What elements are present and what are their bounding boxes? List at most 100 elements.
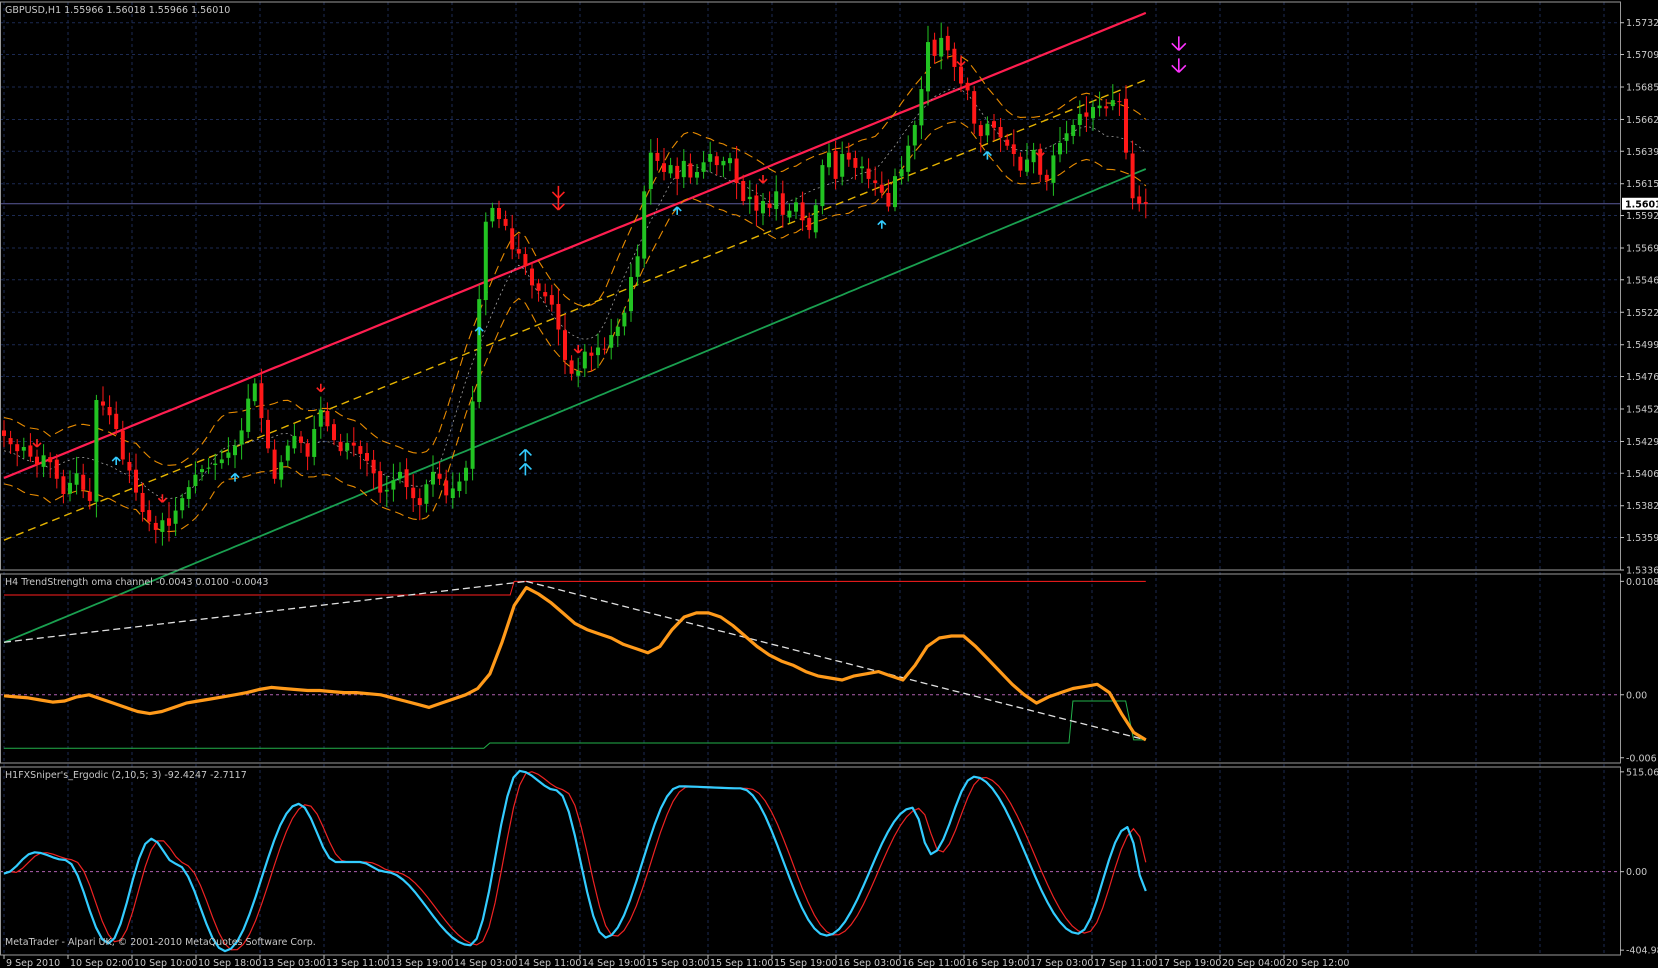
candle-body — [919, 89, 924, 126]
candle-body — [860, 166, 864, 169]
candle-body — [734, 158, 739, 184]
candle-body — [497, 208, 501, 219]
candle-body — [94, 400, 99, 502]
price-tick-label: 1.53360 — [1626, 566, 1658, 577]
candle-body — [101, 401, 105, 406]
candle-body — [299, 436, 303, 443]
candle-body — [252, 383, 257, 402]
candle-body — [1031, 149, 1036, 163]
candle-body — [695, 171, 699, 178]
candle-body — [305, 443, 310, 457]
footer-copyright: MetaTrader - Alpari UK, © 2001-2010 Meta… — [5, 937, 316, 948]
time-tick-label: 15 Sep 19:00 — [774, 958, 837, 968]
candle-body — [186, 487, 191, 499]
candle-body — [35, 456, 39, 465]
price-tick-label: 1.55925 — [1626, 211, 1658, 222]
price-tick-label: 1.54525 — [1626, 404, 1658, 415]
candle-body — [1097, 105, 1102, 109]
candle-body — [233, 445, 237, 456]
candle-body — [728, 158, 732, 164]
candle-body — [464, 467, 468, 481]
candle-body — [219, 459, 224, 464]
candle-body — [668, 165, 673, 174]
candle-body — [1071, 124, 1076, 136]
candle-body — [721, 160, 726, 166]
candle-body — [602, 348, 607, 350]
candle-body — [411, 487, 416, 499]
candle-body — [714, 156, 719, 166]
time-tick-label: 10 Sep 18:00 — [198, 958, 261, 968]
candle-body — [761, 201, 765, 214]
candle-body — [246, 398, 251, 432]
candle-body — [490, 207, 495, 222]
candle-body — [1044, 174, 1049, 181]
candle-body — [41, 455, 46, 467]
candle-body — [114, 413, 119, 430]
candle-body — [767, 203, 772, 208]
time-tick-label: 13 Sep 03:00 — [262, 958, 325, 968]
candle-body — [312, 429, 317, 457]
candle-body — [378, 471, 383, 493]
candle-body — [1124, 98, 1128, 153]
candle-body — [1110, 100, 1115, 107]
price-tick-label: 1.56855 — [1626, 82, 1658, 93]
price-tick-label: 1.54760 — [1626, 372, 1658, 383]
candle-body — [180, 498, 185, 511]
time-tick-label: 10 Sep 10:00 — [134, 958, 197, 968]
candle-body — [351, 442, 356, 446]
candle-body — [457, 481, 462, 492]
candle-body — [635, 256, 640, 277]
time-tick-label: 15 Sep 03:00 — [646, 958, 709, 968]
candle-body — [780, 193, 785, 215]
candle-body — [1130, 153, 1135, 199]
candle-body — [556, 303, 561, 330]
candle-body — [147, 510, 152, 522]
candle-body — [1005, 139, 1010, 146]
chart-title: GBPUSD,H1 1.55966 1.56018 1.55966 1.5601… — [5, 5, 230, 16]
candle-body — [338, 441, 343, 452]
price-tick-label: 1.56620 — [1626, 115, 1658, 126]
ergodic-tick-label: 0.00 — [1626, 867, 1647, 878]
candle-body — [1117, 101, 1122, 103]
candle-body — [774, 191, 779, 210]
candle-body — [675, 165, 680, 179]
candle-body — [510, 228, 515, 250]
candle-body — [516, 249, 521, 254]
candle-body — [107, 407, 112, 416]
candle-body — [1051, 155, 1056, 183]
price-tick-label: 1.57320 — [1626, 18, 1658, 29]
candle-body — [648, 152, 653, 189]
candle-body — [28, 445, 33, 457]
candle-body — [173, 510, 178, 524]
candle-body — [794, 202, 798, 212]
candle-body — [543, 292, 548, 297]
candle-body — [483, 221, 488, 300]
candle-body — [596, 347, 600, 356]
candle-body — [846, 152, 851, 160]
trendstrength-tick-label: 0.00 — [1626, 690, 1647, 701]
candle-body — [2, 430, 6, 436]
candle-body — [840, 154, 845, 177]
candle-body — [384, 489, 389, 492]
candle-body — [642, 191, 647, 259]
price-tick-label: 1.55225 — [1626, 308, 1658, 319]
candle-body — [965, 82, 970, 91]
candle-body — [893, 176, 897, 208]
candle-body — [503, 218, 508, 226]
candle-body — [365, 453, 369, 461]
candle-body — [325, 410, 330, 427]
candle-body — [345, 442, 350, 451]
candle-body — [536, 283, 541, 291]
time-tick-label: 9 Sep 2010 — [6, 958, 60, 968]
candle-body — [569, 360, 574, 374]
time-tick-label: 17 Sep 19:00 — [1158, 958, 1221, 968]
candle-body — [450, 488, 455, 499]
candle-body — [813, 205, 818, 233]
candle-body — [609, 335, 614, 348]
candle-body — [886, 192, 891, 207]
candle-body — [655, 152, 660, 161]
candle-body — [134, 469, 138, 493]
time-tick-label: 16 Sep 11:00 — [902, 958, 965, 968]
candle-body — [549, 295, 554, 305]
candle-body — [358, 446, 363, 454]
